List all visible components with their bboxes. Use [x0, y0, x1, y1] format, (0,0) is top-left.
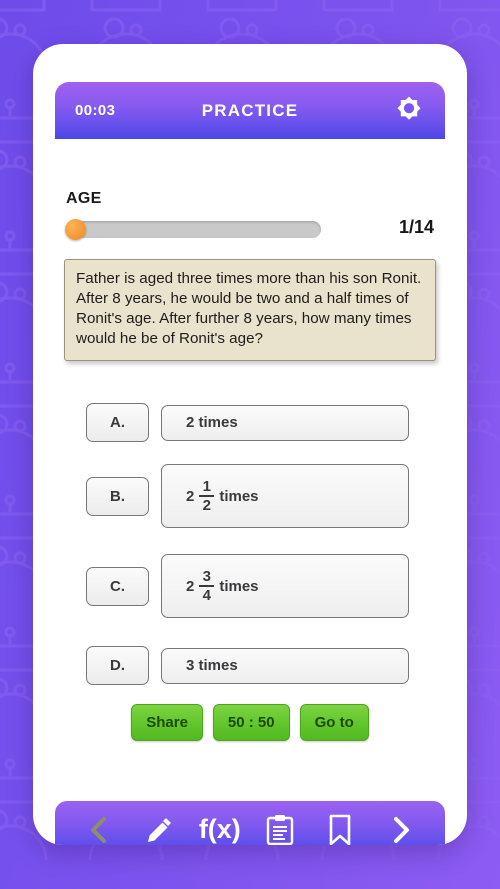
fraction-suffix-c: times: [219, 577, 259, 595]
option-text-b[interactable]: 2 1 2 times: [161, 464, 409, 528]
question-text: Father is aged three times more than his…: [76, 270, 422, 347]
next-icon[interactable]: [379, 808, 423, 846]
option-label-a: 2 times: [186, 414, 238, 431]
clipboard-icon[interactable]: [258, 808, 302, 846]
option-fraction-b: 2 1 2 times: [186, 479, 259, 513]
question-box: Father is aged three times more than his…: [64, 259, 436, 361]
fraction-stack-b: 1 2: [199, 478, 215, 514]
previous-icon[interactable]: [77, 808, 121, 846]
option-letter-d[interactable]: D.: [86, 646, 149, 685]
fraction-numerator-b: 1: [202, 478, 212, 495]
fraction-denominator-b: 2: [202, 497, 212, 514]
fraction-whole-c: 2: [186, 577, 195, 595]
go-to-button[interactable]: Go to: [299, 704, 369, 741]
action-buttons: Share 50 : 50 Go to: [33, 704, 467, 741]
fraction-whole-b: 2: [186, 487, 195, 505]
fraction-denominator-c: 4: [202, 587, 212, 604]
option-letter-a[interactable]: A.: [86, 403, 149, 442]
timer-label: 00:03: [75, 102, 116, 119]
pencil-icon[interactable]: [137, 808, 181, 846]
option-letter-c[interactable]: C.: [86, 566, 149, 606]
option-row-d[interactable]: D. 3 times: [86, 646, 409, 685]
option-row-c[interactable]: C. 2 3 4 times: [86, 554, 409, 618]
bottom-toolbar: f(x): [55, 801, 445, 845]
share-button[interactable]: Share: [131, 704, 203, 741]
option-text-d[interactable]: 3 times: [161, 647, 409, 684]
gear-icon[interactable]: [391, 93, 427, 129]
option-fraction-c: 2 3 4 times: [186, 569, 259, 603]
phone-card: 00:03 PRACTICE AGE 1/14 Father is aged t…: [33, 44, 467, 845]
question-counter: 1/14: [398, 217, 434, 237]
option-text-c[interactable]: 2 3 4 times: [161, 554, 409, 618]
option-row-a[interactable]: A. 2 times: [86, 403, 409, 442]
slider-thumb[interactable]: [65, 219, 86, 240]
fraction-suffix-b: times: [219, 487, 259, 505]
option-letter-b[interactable]: B.: [86, 476, 149, 516]
fraction-numerator-c: 3: [202, 568, 212, 585]
fraction-stack-c: 3 4: [199, 568, 215, 604]
app-header: 00:03 PRACTICE: [55, 82, 445, 139]
bookmark-icon[interactable]: [318, 808, 362, 846]
progress-slider[interactable]: [65, 219, 321, 240]
topic-label: AGE: [66, 190, 102, 207]
option-row-b[interactable]: B. 2 1 2 times: [86, 464, 409, 528]
option-label-d: 3 times: [186, 657, 238, 674]
fifty-fifty-button[interactable]: 50 : 50: [212, 704, 290, 741]
option-text-a[interactable]: 2 times: [161, 404, 409, 441]
formula-icon[interactable]: f(x): [198, 808, 242, 846]
